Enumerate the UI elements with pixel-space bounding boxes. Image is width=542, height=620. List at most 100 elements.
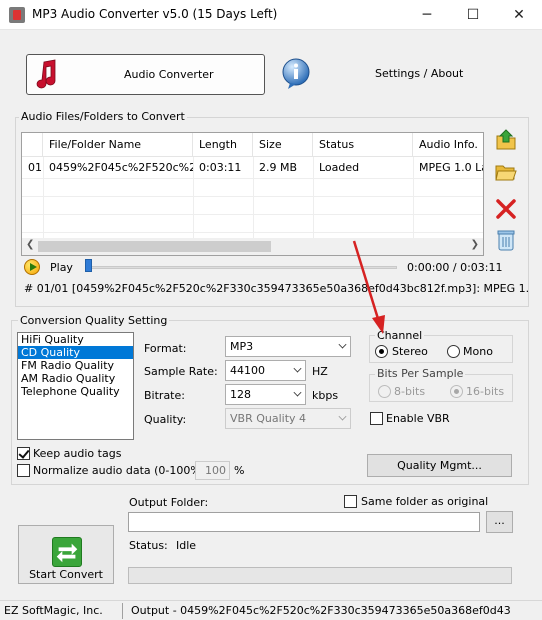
mono-label[interactable]: Mono xyxy=(463,345,493,358)
chevron-down-icon xyxy=(293,364,302,373)
conversion-progress-bar xyxy=(128,567,512,584)
title-bar: MP3 Audio Converter v5.0 (15 Days Left) … xyxy=(0,0,542,30)
output-folder-label: Output Folder: xyxy=(129,496,209,509)
sample-rate-label: Sample Rate: xyxy=(144,365,218,378)
preset-fm-radio[interactable]: FM Radio Quality xyxy=(18,359,133,372)
start-convert-button[interactable]: Start Convert xyxy=(18,525,114,584)
quality-mgmt-label: Quality Mgmt... xyxy=(397,459,482,472)
quality-preset-list[interactable]: HiFi Quality CD Quality FM Radio Quality… xyxy=(17,332,134,440)
row-length: 0:03:11 xyxy=(199,161,242,174)
keep-tags-label[interactable]: Keep audio tags xyxy=(33,447,121,460)
row-name: 0459%2F045c%2F520c%2... xyxy=(49,161,193,174)
close-button[interactable]: ✕ xyxy=(496,0,542,30)
same-folder-checkbox[interactable] xyxy=(344,495,357,508)
bits-16-label[interactable]: 16-bits xyxy=(466,385,504,398)
preset-telephone[interactable]: Telephone Quality xyxy=(18,385,133,398)
status-label: Status: xyxy=(129,539,168,552)
settings-about-button[interactable]: Settings / About xyxy=(275,54,517,95)
row-info: MPEG 1.0 La xyxy=(419,161,484,174)
preset-am-radio[interactable]: AM Radio Quality xyxy=(18,372,133,385)
chevron-down-icon xyxy=(293,388,302,397)
settings-about-label: Settings / About xyxy=(375,67,464,80)
company-name: EZ SoftMagic, Inc. xyxy=(4,604,103,617)
add-files-icon[interactable] xyxy=(494,128,518,152)
normalize-unit: % xyxy=(234,464,245,477)
enable-vbr-checkbox[interactable] xyxy=(370,412,383,425)
channel-title: Channel xyxy=(375,329,425,342)
audio-converter-button[interactable]: Audio Converter xyxy=(26,54,265,95)
normalize-checkbox[interactable] xyxy=(17,464,30,477)
vbr-quality-label: Quality: xyxy=(144,413,187,426)
format-label: Format: xyxy=(144,342,187,355)
play-label[interactable]: Play xyxy=(50,261,73,274)
audio-converter-label: Audio Converter xyxy=(124,68,214,81)
sample-rate-select[interactable]: 44100 xyxy=(225,360,306,381)
remove-icon[interactable] xyxy=(494,197,518,221)
minimize-button[interactable]: ─ xyxy=(404,0,450,30)
same-folder-label[interactable]: Same folder as original xyxy=(361,495,488,508)
playback-time: 0:00:00 / 0:03:11 xyxy=(407,261,503,274)
bits-16-radio[interactable] xyxy=(450,385,463,398)
keep-tags-checkbox[interactable] xyxy=(17,447,30,460)
output-status: Output - 0459%2F045c%2F520c%2F330c359473… xyxy=(131,604,511,617)
scrollbar-thumb[interactable] xyxy=(38,241,271,252)
maximize-button[interactable]: ☐ xyxy=(450,0,496,30)
seek-thumb[interactable] xyxy=(85,259,92,272)
row-status: Loaded xyxy=(319,161,360,174)
row-index: 01 xyxy=(28,161,42,174)
recycle-bin-icon[interactable] xyxy=(495,228,517,252)
browse-button[interactable]: ... xyxy=(486,511,513,533)
bitrate-label: Bitrate: xyxy=(144,389,185,402)
bits-8-label[interactable]: 8-bits xyxy=(394,385,425,398)
sample-rate-unit: HZ xyxy=(312,365,328,378)
column-header-size[interactable]: Size xyxy=(253,133,313,157)
normalize-input[interactable]: 100 xyxy=(195,461,230,480)
normalize-label[interactable]: Normalize audio data (0-100%): xyxy=(33,464,209,477)
format-select[interactable]: MP3 xyxy=(225,336,351,357)
horizontal-scrollbar[interactable]: ❮ ❯ xyxy=(22,238,483,255)
stereo-label[interactable]: Stereo xyxy=(392,345,428,358)
column-header-length[interactable]: Length xyxy=(193,133,253,157)
window-title: MP3 Audio Converter v5.0 (15 Days Left) xyxy=(32,7,278,21)
preset-cd[interactable]: CD Quality xyxy=(18,346,133,359)
mono-radio[interactable] xyxy=(447,345,460,358)
preset-hifi[interactable]: HiFi Quality xyxy=(18,333,133,346)
column-header-info[interactable]: Audio Info. xyxy=(413,133,483,157)
stereo-radio[interactable] xyxy=(375,345,388,358)
status-bar: EZ SoftMagic, Inc. Output - 0459%2F045c%… xyxy=(0,600,542,620)
quality-group-title: Conversion Quality Setting xyxy=(18,314,170,327)
bits-title: Bits Per Sample xyxy=(375,367,466,380)
sample-rate-value: 44100 xyxy=(230,364,265,377)
info-icon xyxy=(282,58,310,89)
status-value: Idle xyxy=(176,539,197,552)
bitrate-unit: kbps xyxy=(312,389,339,402)
start-convert-label: Start Convert xyxy=(29,568,103,581)
enable-vbr-label[interactable]: Enable VBR xyxy=(386,412,450,425)
file-info-line: # 01/01 [0459%2F045c%2F520c%2F330c359473… xyxy=(24,282,529,295)
output-folder-input[interactable] xyxy=(128,512,480,532)
chevron-down-icon xyxy=(338,412,347,421)
vbr-quality-value: VBR Quality 4 xyxy=(230,412,307,425)
music-note-icon xyxy=(36,59,56,89)
add-folder-icon[interactable] xyxy=(494,160,518,184)
bitrate-value: 128 xyxy=(230,388,251,401)
format-value: MP3 xyxy=(230,340,254,353)
files-group-title: Audio Files/Folders to Convert xyxy=(19,110,187,123)
seek-track[interactable] xyxy=(85,266,397,269)
column-header-status[interactable]: Status xyxy=(313,133,413,157)
chevron-down-icon xyxy=(338,340,347,349)
column-header-index xyxy=(22,133,43,157)
file-list-table[interactable]: File/Folder Name Length Size Status Audi… xyxy=(21,132,484,256)
bits-8-radio[interactable] xyxy=(378,385,391,398)
scroll-right-icon[interactable]: ❯ xyxy=(471,239,479,250)
play-icon[interactable] xyxy=(24,259,40,275)
row-size: 2.9 MB xyxy=(259,161,298,174)
app-icon xyxy=(9,7,25,23)
bitrate-select[interactable]: 128 xyxy=(225,384,306,405)
table-header: File/Folder Name Length Size Status Audi… xyxy=(22,133,483,157)
scroll-left-icon[interactable]: ❮ xyxy=(26,239,34,250)
convert-icon xyxy=(52,537,82,567)
column-header-name[interactable]: File/Folder Name xyxy=(43,133,193,157)
vbr-quality-select[interactable]: VBR Quality 4 xyxy=(225,408,351,429)
quality-mgmt-button[interactable]: Quality Mgmt... xyxy=(367,454,512,477)
